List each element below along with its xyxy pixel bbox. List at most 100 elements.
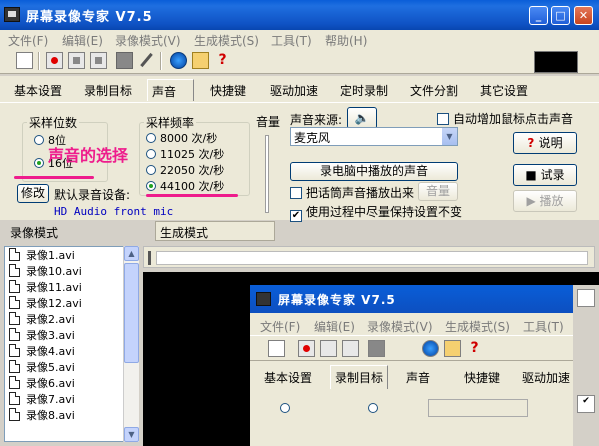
volume-slider[interactable] xyxy=(265,135,269,213)
toolbar-separator xyxy=(160,52,162,70)
play-icon: ▶ xyxy=(526,194,540,208)
stop-icon[interactable] xyxy=(90,52,107,69)
test-record-label: 试录 xyxy=(540,168,565,182)
list-item[interactable]: 录像11.avi xyxy=(5,279,124,295)
list-item[interactable]: 录像3.avi xyxy=(5,327,124,343)
file-list-scrollbar[interactable]: ▲ ▼ xyxy=(123,246,139,442)
default-device-label: 默认录音设备: xyxy=(54,188,131,202)
record-icon[interactable] xyxy=(46,52,63,69)
generate-mode-tab[interactable]: 生成模式 xyxy=(155,221,275,241)
mic-volume-button[interactable]: 音量 xyxy=(418,182,458,201)
toolbar: ? xyxy=(0,48,599,74)
file-name: 录像7.avi xyxy=(26,393,75,406)
file-icon xyxy=(9,312,20,325)
list-item[interactable]: 录像8.avi xyxy=(5,407,124,423)
tab-basic-settings[interactable]: 基本设置 xyxy=(10,81,66,99)
inner-stop-icon xyxy=(342,340,359,357)
tab-scheduled-record[interactable]: 定时录制 xyxy=(336,81,392,99)
scroll-thumb[interactable] xyxy=(124,263,139,363)
scroll-down-icon[interactable]: ▼ xyxy=(124,427,139,442)
inner-tab-hotkeys: 快捷键 xyxy=(464,371,501,385)
pen-icon[interactable] xyxy=(138,52,155,69)
source-select[interactable]: 麦克风 ▼ xyxy=(290,127,458,146)
inner-menu-edit: 编辑(E) xyxy=(314,320,355,334)
inner-field xyxy=(428,399,528,417)
file-name: 录像6.avi xyxy=(26,377,75,390)
help-button-label: 说明 xyxy=(538,136,563,150)
file-icon xyxy=(9,344,20,357)
preview-progress-bar[interactable] xyxy=(156,251,588,265)
tab-hotkeys[interactable]: 快捷键 xyxy=(206,81,250,99)
maximize-button[interactable]: □ xyxy=(551,6,570,25)
rate-8000-radio[interactable]: 8000 次/秒 xyxy=(146,130,217,146)
list-item[interactable]: 录像2.avi xyxy=(5,311,124,327)
chevron-down-icon[interactable]: ▼ xyxy=(441,128,457,145)
minimize-button[interactable]: _ xyxy=(529,6,548,25)
scroll-up-icon[interactable]: ▲ xyxy=(124,246,139,261)
menu-edit[interactable]: 编辑(E) xyxy=(62,32,103,49)
file-icon xyxy=(9,296,20,309)
keep-settings-checkbox[interactable]: ✔ 使用过程中尽量保持设置不变 xyxy=(290,203,462,222)
inner-menu-record-mode: 录像模式(V) xyxy=(367,320,433,334)
annotation-underline-right xyxy=(146,194,238,197)
tab-other-settings[interactable]: 其它设置 xyxy=(476,81,532,99)
menu-record-mode[interactable]: 录像模式(V) xyxy=(115,32,181,49)
tools-icon[interactable] xyxy=(192,52,209,69)
annotation-underline-left xyxy=(14,176,94,179)
modify-button[interactable]: 修改 xyxy=(17,184,49,203)
speaker-icon[interactable]: 🔈 xyxy=(347,107,377,129)
list-item[interactable]: 录像7.avi xyxy=(5,391,124,407)
tab-driver-accel[interactable]: 驱动加速 xyxy=(266,81,322,99)
list-item[interactable]: 录像10.avi xyxy=(5,263,124,279)
tab-file-split[interactable]: 文件分割 xyxy=(406,81,462,99)
inner-help-icon: ? xyxy=(470,340,479,356)
pause-icon[interactable] xyxy=(68,52,85,69)
rate-22050-radio[interactable]: 22050 次/秒 xyxy=(146,162,224,178)
close-button[interactable]: ✕ xyxy=(574,6,593,25)
inner-menu-tools: 工具(T) xyxy=(523,320,564,334)
toolbar-separator xyxy=(38,52,40,70)
mic-playback-checkbox[interactable]: 把话筒声音播放出来 xyxy=(290,184,414,201)
list-item[interactable]: 录像6.avi xyxy=(5,375,124,391)
globe-icon[interactable] xyxy=(170,52,187,69)
tab-sound[interactable]: 声音 xyxy=(147,79,194,101)
rate-11025-radio[interactable]: 11025 次/秒 xyxy=(146,146,224,162)
record-pc-sound-button[interactable]: 录电脑中播放的声音 xyxy=(290,162,458,181)
inner-new-icon xyxy=(268,340,285,357)
help-button[interactable]: ? 说明 xyxy=(513,132,577,154)
inner-tools-icon xyxy=(444,340,461,357)
file-name: 录像2.avi xyxy=(26,313,75,326)
list-item[interactable]: 录像4.avi xyxy=(5,343,124,359)
help-icon[interactable]: ? xyxy=(214,52,231,69)
rate-11025-label: 11025 次/秒 xyxy=(160,148,225,161)
inner-menu-file: 文件(F) xyxy=(260,320,301,334)
list-item[interactable]: 录像12.avi xyxy=(5,295,124,311)
file-icon xyxy=(9,360,20,373)
inner-tab-basic: 基本设置 xyxy=(264,371,313,385)
inner-title-bar: 屏幕录像专家 V7.5 xyxy=(250,285,599,313)
preview-toolbar xyxy=(143,246,595,268)
list-item[interactable]: 录像1.avi xyxy=(5,247,124,263)
record-mode-label: 录像模式 xyxy=(10,226,59,240)
inner-window-title: 屏幕录像专家 V7.5 xyxy=(278,293,396,307)
camera-icon[interactable] xyxy=(116,52,133,69)
auto-click-sound-checkbox[interactable]: 自动增加鼠标点击声音 xyxy=(437,110,573,127)
menu-tools[interactable]: 工具(T) xyxy=(271,32,312,49)
menu-file[interactable]: 文件(F) xyxy=(8,32,48,49)
inner-scroll-up-icon xyxy=(577,289,595,307)
play-button-label: 播放 xyxy=(539,194,564,208)
test-record-button[interactable]: ■ 试录 xyxy=(513,164,577,186)
menu-help[interactable]: 帮助(H) xyxy=(325,32,367,49)
file-name: 录像5.avi xyxy=(26,361,75,374)
new-file-icon[interactable] xyxy=(16,52,33,69)
keep-settings-label: 使用过程中尽量保持设置不变 xyxy=(306,205,463,219)
inner-tabs: 基本设置 录制目标 声音 快捷键 驱动加速 xyxy=(250,365,599,389)
rate-44100-radio[interactable]: 44100 次/秒 xyxy=(146,178,224,194)
menu-generate-mode[interactable]: 生成模式(S) xyxy=(194,32,259,49)
tab-record-target[interactable]: 录制目标 xyxy=(80,81,136,99)
file-icon xyxy=(9,280,20,293)
file-name: 录像10.avi xyxy=(26,265,82,278)
mic-playback-label: 把话筒声音播放出来 xyxy=(306,186,415,200)
play-button[interactable]: ▶ 播放 xyxy=(513,190,577,212)
list-item[interactable]: 录像5.avi xyxy=(5,359,124,375)
